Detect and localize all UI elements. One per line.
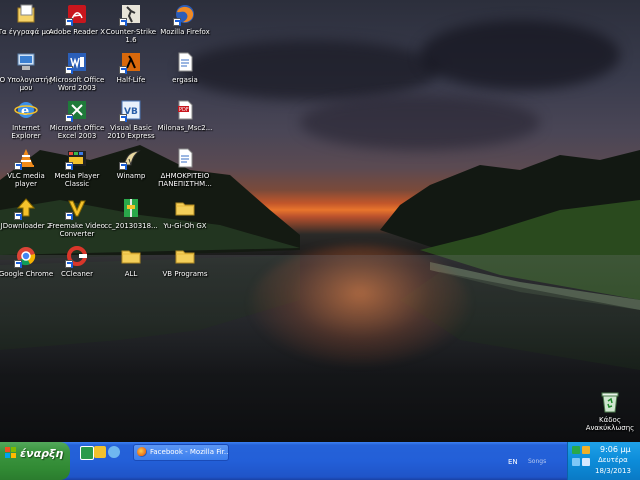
songs-toolbar[interactable]: Songs [528,458,546,465]
desktop-icon-label: ergasia [172,76,198,84]
desktop-icon-my-computer[interactable]: Ο Υπολογιστής μου [0,50,55,92]
folder-icon [175,202,195,216]
desktop-icon-label: VLC media player [7,172,45,188]
desktop-icon-label: Yu-Gi-Oh GX [163,222,207,230]
shortcut-arrow-icon [65,66,73,74]
taskbar: έναρξη Facebook - Mozilla Fir... EN Song… [0,442,640,480]
taskbar-button-label: Facebook - Mozilla Fir... [150,448,229,456]
desktop-icon-winamp[interactable]: Winamp [102,146,160,180]
my-documents-icon [17,4,35,23]
system-tray: 9:06 μμ Δευτέρα 18/3/2013 [567,442,640,480]
shortcut-arrow-icon [14,212,22,220]
shortcut-arrow-icon [14,260,22,268]
clock-time[interactable]: 9:06 μμ [600,445,631,454]
desktop-icon-my-documents[interactable]: Τα έγγραφά μου [0,2,55,36]
tray-network-icon[interactable] [572,458,580,466]
show-desktop-icon[interactable] [80,446,94,460]
desktop-icon-label: Mozilla Firefox [160,28,210,36]
desktop-icon-label: Winamp [116,172,146,180]
desktop-icon-jdownloader[interactable]: JDownloader 2 [0,196,55,230]
desktop-icon-archive[interactable]: cc_20130318... [102,196,160,230]
tray-sync-icon[interactable] [582,446,590,454]
desktop-icon-freemake[interactable]: Freemake Video Converter [48,196,106,238]
desktop-icon-folder[interactable]: VB Programs [156,244,214,278]
desktop-icon-label: Half-Life [116,76,146,84]
archive-icon [124,199,138,217]
desktop-icon-label: Ο Υπολογιστής μου [0,76,53,92]
folder-icon [175,250,195,264]
desktop-icon-label: cc_20130318... [104,222,158,230]
desktop-icon-label: CCleaner [61,270,93,278]
shortcut-arrow-icon [173,18,181,26]
desktop-icon-label: Microsoft Office Word 2003 [49,76,105,92]
desktop-icon-visual-basic[interactable]: VB Visual Basic 2010 Express [102,98,160,140]
clock-date[interactable]: 18/3/2013 [595,467,631,475]
desktop-icon-folder[interactable]: ALL [102,244,160,278]
my-computer-icon [17,53,35,70]
desktop-icon-document[interactable]: ΔΗΜΟΚΡΙΤΕΙΟ ΠΑΝΕΠΙΣΤΗΜ... [156,146,214,188]
desktop-icon-half-life[interactable]: Half-Life [102,50,160,84]
shortcut-arrow-icon [119,114,127,122]
desktop-icon-label: Internet Explorer [11,124,41,140]
shortcut-arrow-icon [119,162,127,170]
shortcut-arrow-icon [65,114,73,122]
desktop-icon-label: Freemake Video Converter [49,222,105,238]
desktop-icon-label: Microsoft Office Excel 2003 [49,124,105,140]
desktop-icon-label: Adobe Reader X [48,28,106,36]
media-icon[interactable] [94,446,106,458]
desktop-icon-label: Media Player Classic [54,172,100,188]
shortcut-arrow-icon [65,162,73,170]
recycle-bin-icon [601,392,619,413]
desktop-icon-word[interactable]: Microsoft Office Word 2003 [48,50,106,92]
firefox-icon [137,447,147,457]
desktop-icon-firefox[interactable]: Mozilla Firefox [156,2,214,36]
shortcut-arrow-icon [65,18,73,26]
svg-text:PDF: PDF [179,107,189,113]
desktop-icon-label: Visual Basic 2010 Express [107,124,155,140]
desktop-icon-label: VB Programs [162,270,208,278]
desktop-icon-label: Google Chrome [0,270,54,278]
tray-volume-icon[interactable] [582,458,590,466]
desktop-icon-counter-strike[interactable]: Counter-Strike 1.6 [102,2,160,44]
shortcut-arrow-icon [65,260,73,268]
desktop-icon-internet-explorer[interactable]: e Internet Explorer [0,98,55,140]
desktop-icon-label: ALL [124,270,138,278]
shortcut-arrow-icon [119,18,127,26]
desktop-icon-adobe-reader[interactable]: Adobe Reader X [48,2,106,36]
desktop-icon-label: Τα έγγραφά μου [0,28,55,36]
desktop-icon-label: Milonas_Msc2... [157,124,213,132]
windows-logo-icon [5,447,16,458]
desktop-icon-ccleaner[interactable]: CCleaner [48,244,106,278]
language-indicator[interactable]: EN [508,458,518,466]
start-button[interactable]: έναρξη [0,442,70,480]
shortcut-arrow-icon [119,66,127,74]
document-icon [178,148,193,168]
desktop-icon-media-player-classic[interactable]: Media Player Classic [48,146,106,188]
desktop-icon-label: ΔΗΜΟΚΡΙΤΕΙΟ ΠΑΝΕΠΙΣΤΗΜ... [158,172,212,188]
desktop-icon-document[interactable]: ergasia [156,50,214,84]
ie-quick-icon[interactable] [108,446,120,458]
shortcut-arrow-icon [14,162,22,170]
pdf-icon: PDF [178,100,193,120]
desktop-icon-chrome[interactable]: Google Chrome [0,244,55,278]
desktop-icon-label: Counter-Strike 1.6 [105,28,157,44]
desktop-icon-label: JDownloader 2 [0,222,52,230]
recycle-bin[interactable]: Κάδος Ανακύκλωσης [582,390,638,432]
folder-icon [121,250,141,264]
desktop-icon-vlc[interactable]: VLC media player [0,146,55,188]
internet-explorer-icon: e [14,102,38,119]
tray-app-icon[interactable] [572,446,580,454]
document-icon [178,52,193,72]
desktop-icon-pdf[interactable]: PDF Milonas_Msc2... [156,98,214,132]
shortcut-arrow-icon [65,212,73,220]
taskbar-button-firefox[interactable]: Facebook - Mozilla Fir... [133,444,229,461]
desktop-icon-folder[interactable]: Yu-Gi-Oh GX [156,196,214,230]
start-label: έναρξη [20,447,64,460]
desktop-icon-excel[interactable]: Microsoft Office Excel 2003 [48,98,106,140]
recycle-bin-label: Κάδος Ανακύκλωσης [585,416,635,432]
clock-day[interactable]: Δευτέρα [598,456,628,464]
